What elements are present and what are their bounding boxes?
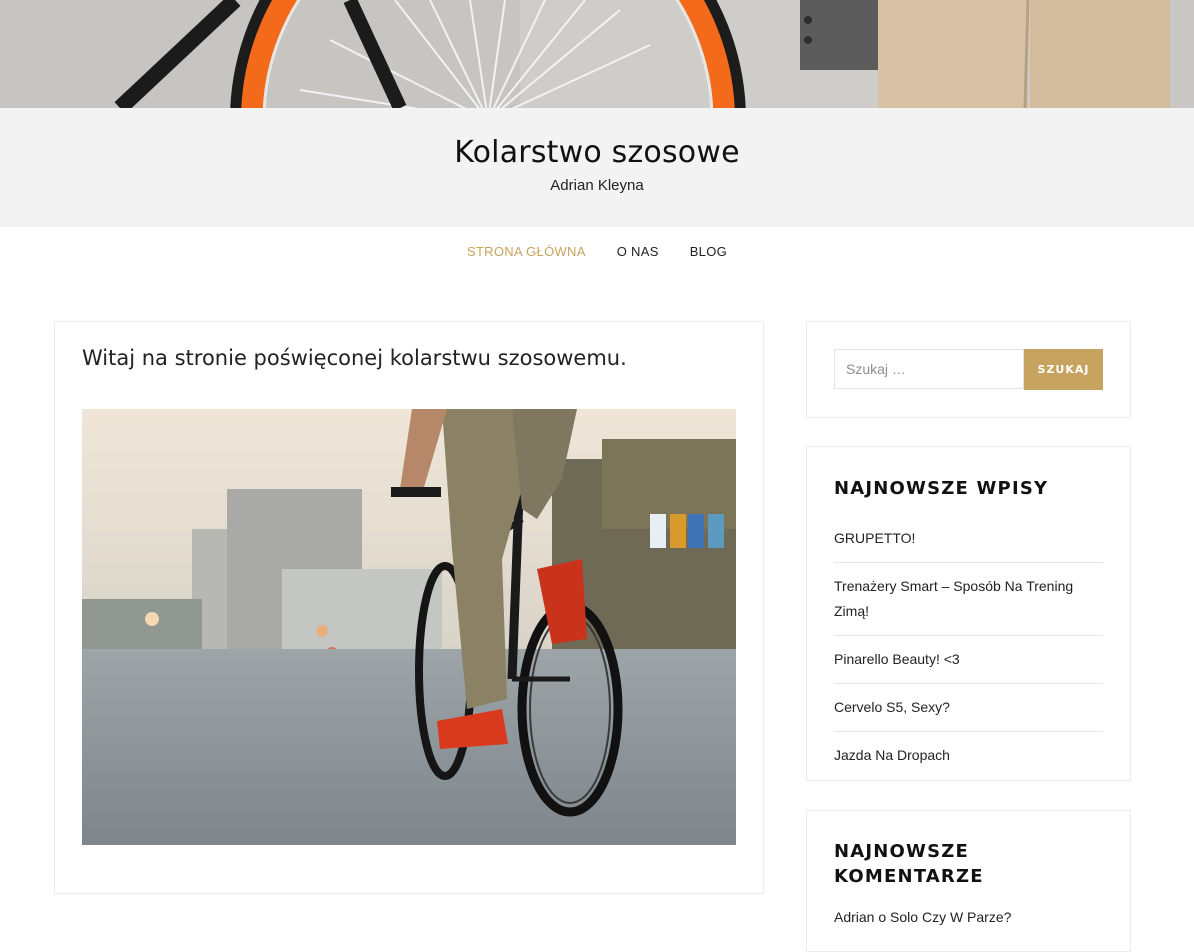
- search-button[interactable]: SZUKAJ: [1024, 349, 1103, 390]
- comment-connector: o: [878, 909, 887, 925]
- nav-item-about[interactable]: O NAS: [617, 243, 659, 261]
- list-item: GRUPETTO!: [834, 515, 1103, 563]
- nav-link-home[interactable]: STRONA GŁÓWNA: [467, 244, 586, 259]
- recent-post-link[interactable]: GRUPETTO!: [834, 530, 915, 546]
- recent-posts-widget: NAJNOWSZE WPISY GRUPETTO! Trenażery Smar…: [806, 446, 1131, 781]
- widget-title-recent-posts: NAJNOWSZE WPISY: [834, 478, 1049, 499]
- list-item: Trenażery Smart – Sposób Na Trening Zimą…: [834, 563, 1103, 636]
- site-tagline: Adrian Kleyna: [550, 177, 644, 194]
- recent-post-link[interactable]: Cervelo S5, Sexy?: [834, 699, 950, 715]
- main-article: Witaj na stronie poświęconej kolarstwu s…: [54, 321, 764, 894]
- cyclist-photo: [82, 409, 736, 845]
- recent-comments-widget: NAJNOWSZE KOMENTARZE Adrian o Solo Czy W…: [806, 810, 1131, 952]
- list-item: Cervelo S5, Sexy?: [834, 684, 1103, 732]
- recent-post-link[interactable]: Jazda Na Dropach: [834, 747, 950, 763]
- recent-posts-list: GRUPETTO! Trenażery Smart – Sposób Na Tr…: [834, 515, 1103, 779]
- site-branding: Kolarstwo szosowe Adrian Kleyna: [0, 108, 1194, 227]
- header-banner-image: [0, 0, 1194, 108]
- list-item: Jazda Na Dropach: [834, 732, 1103, 779]
- entry-title: Witaj na stronie poświęconej kolarstwu s…: [82, 346, 627, 370]
- site-title[interactable]: Kolarstwo szosowe: [0, 135, 1194, 170]
- comment-post-link[interactable]: Solo Czy W Parze?: [890, 909, 1011, 925]
- recent-post-link[interactable]: Pinarello Beauty! <3: [834, 651, 960, 667]
- recent-post-link[interactable]: Trenażery Smart – Sposób Na Trening Zimą…: [834, 578, 1073, 619]
- nav-item-home[interactable]: STRONA GŁÓWNA: [467, 243, 586, 261]
- widget-title-recent-comments: NAJNOWSZE KOMENTARZE: [834, 841, 984, 887]
- comment-author: Adrian: [834, 909, 875, 925]
- recent-comment-item: Adrian o Solo Czy W Parze?: [834, 909, 1011, 925]
- nav-link-blog[interactable]: BLOG: [690, 244, 727, 259]
- list-item: Pinarello Beauty! <3: [834, 636, 1103, 684]
- search-widget: SZUKAJ: [806, 321, 1131, 418]
- nav-item-blog[interactable]: BLOG: [690, 243, 727, 261]
- nav-link-about[interactable]: O NAS: [617, 244, 659, 259]
- main-navigation: STRONA GŁÓWNA O NAS BLOG: [0, 227, 1194, 275]
- search-input[interactable]: [834, 349, 1024, 389]
